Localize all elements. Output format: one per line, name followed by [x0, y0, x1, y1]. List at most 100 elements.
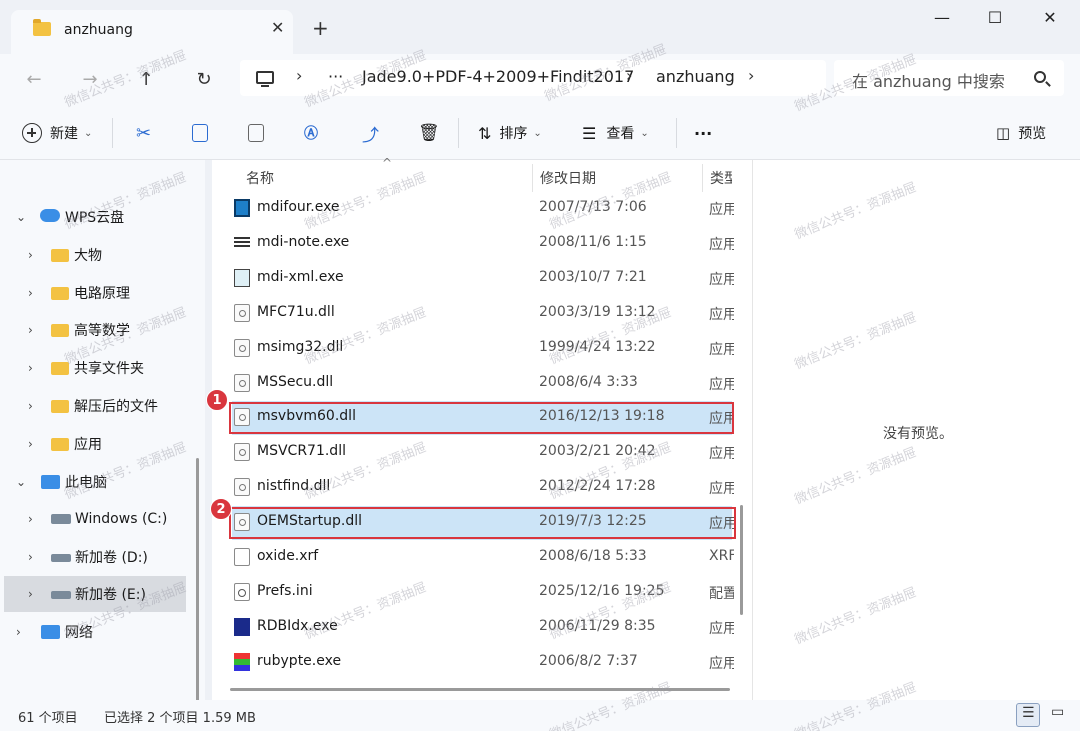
- sort-button[interactable]: ⇅ 排序 ⌄: [478, 120, 542, 146]
- maximize-button[interactable]: ☐: [972, 6, 1018, 32]
- folder-icon: [51, 400, 69, 413]
- refresh-button[interactable]: ↻: [190, 66, 218, 94]
- file-name: MSVCR71.dll: [257, 443, 346, 459]
- close-tab-icon[interactable]: ✕: [271, 18, 284, 37]
- file-row-mdifour[interactable]: mdifour.exe 2007/7/13 7:06 应用: [232, 192, 734, 226]
- preview-pane-button[interactable]: ◫ 预览: [996, 120, 1046, 146]
- back-button[interactable]: ←: [20, 66, 48, 94]
- sidebar-item-drive-c[interactable]: › Windows (C:): [0, 501, 188, 537]
- search-icon[interactable]: [1034, 71, 1046, 83]
- view-icon: ☰: [582, 123, 597, 143]
- file-row-oemstartup[interactable]: OEMStartup.dll 2019/7/3 12:25 应用: [232, 506, 734, 540]
- address-bar[interactable]: › ··· Jade9.0+PDF-4+2009+Findit2017 › an…: [240, 60, 826, 96]
- file-row-nistfind[interactable]: nistfind.dll 2012/2/24 17:28 应用: [232, 471, 734, 505]
- horizontal-scrollbar[interactable]: [230, 688, 730, 691]
- view-button[interactable]: ☰ 查看 ⌄: [582, 120, 649, 146]
- column-divider[interactable]: [702, 164, 703, 192]
- file-row-oxide[interactable]: oxide.xrf 2008/6/18 5:33 XRF: [232, 541, 734, 575]
- dll-file-icon: [234, 443, 250, 461]
- chevron-right-icon[interactable]: ›: [28, 437, 33, 451]
- sidebar-item-apps[interactable]: › 应用: [0, 426, 188, 462]
- file-name: OEMStartup.dll: [257, 513, 363, 529]
- cut-button[interactable]: ✂: [136, 120, 151, 146]
- chevron-right-icon[interactable]: ›: [28, 361, 33, 375]
- sidebar-item-circuit[interactable]: › 电路原理: [0, 275, 188, 311]
- sidebar-item-label: WPS云盘: [65, 210, 125, 226]
- chevron-down-icon[interactable]: ⌄: [16, 210, 26, 224]
- chevron-right-icon[interactable]: ›: [28, 587, 33, 601]
- exe-icon: [234, 199, 250, 217]
- file-row-mssecu[interactable]: MSSecu.dll 2008/6/4 3:33 应用: [232, 367, 734, 401]
- minimize-button[interactable]: —: [919, 6, 965, 32]
- close-window-button[interactable]: ✕: [1027, 6, 1073, 32]
- sidebar-item-label: 新加卷 (D:): [75, 550, 148, 566]
- column-header-type[interactable]: 类型: [710, 168, 732, 188]
- paste-button[interactable]: [248, 120, 264, 146]
- file-row-msvcr71[interactable]: MSVCR71.dll 2003/2/21 20:42 应用: [232, 436, 734, 470]
- tab-anzhuang[interactable]: anzhuang ✕: [11, 10, 293, 54]
- chevron-right-icon[interactable]: ›: [16, 625, 21, 639]
- file-row-rubypte[interactable]: rubypte.exe 2006/8/2 7:37 应用: [232, 646, 734, 680]
- chevron-right-icon[interactable]: ›: [28, 399, 33, 413]
- chevron-down-icon[interactable]: ⌄: [16, 475, 26, 489]
- chevron-right-icon[interactable]: ›: [28, 248, 33, 262]
- file-row-mdi-note[interactable]: mdi-note.exe 2008/11/6 1:15 应用: [232, 227, 734, 261]
- sidebar-item-shared[interactable]: › 共享文件夹: [0, 350, 188, 386]
- breadcrumb-ellipsis[interactable]: ···: [328, 67, 343, 86]
- new-tab-button[interactable]: +: [312, 16, 329, 40]
- details-view-button[interactable]: ☰: [1016, 703, 1040, 727]
- sidebar-item-network[interactable]: › 网络: [0, 614, 188, 650]
- chevron-right-icon[interactable]: ›: [28, 286, 33, 300]
- divider: [676, 118, 677, 148]
- file-row-rdbidx[interactable]: RDBIdx.exe 2006/11/29 8:35 应用: [232, 611, 734, 645]
- column-header-date[interactable]: 修改日期: [540, 168, 596, 188]
- column-header-name[interactable]: 名称: [246, 168, 274, 188]
- file-type: 应用: [709, 621, 734, 637]
- sidebar-item-math[interactable]: › 高等数学: [0, 312, 188, 348]
- nav-scrollbar[interactable]: [196, 458, 199, 730]
- file-row-mdi-xml[interactable]: mdi-xml.exe 2003/10/7 7:21 应用: [232, 262, 734, 296]
- file-row-prefs[interactable]: Prefs.ini 2025/12/16 19:25 配置: [232, 576, 734, 610]
- breadcrumb-jade[interactable]: Jade9.0+PDF-4+2009+Findit2017: [362, 67, 634, 86]
- sidebar-item-extracted[interactable]: › 解压后的文件: [0, 388, 188, 424]
- chevron-right-icon[interactable]: ›: [748, 66, 754, 85]
- search-box[interactable]: 在 anzhuang 中搜索: [834, 60, 1064, 96]
- chevron-right-icon[interactable]: ›: [28, 512, 33, 526]
- title-bar: anzhuang ✕ + — ☐ ✕: [0, 0, 1080, 54]
- list-view-icon: ☰: [1022, 705, 1035, 721]
- column-divider[interactable]: [532, 164, 533, 192]
- forward-button[interactable]: →: [76, 66, 104, 94]
- folder-icon: [33, 19, 51, 36]
- file-name: msvbvm60.dll: [257, 408, 356, 424]
- sidebar-item-drive-d[interactable]: › 新加卷 (D:): [0, 539, 188, 575]
- sidebar-item-drive-e[interactable]: › 新加卷 (E:): [4, 576, 186, 612]
- chevron-right-icon[interactable]: ›: [28, 323, 33, 337]
- drive-icon: [51, 591, 71, 599]
- sidebar-item-this-pc[interactable]: ⌄ 此电脑: [0, 464, 188, 500]
- file-list-scrollbar[interactable]: [740, 505, 743, 615]
- windows-drive-icon: [51, 514, 71, 524]
- chevron-right-icon: ›: [626, 66, 633, 85]
- share-icon: ⤴: [362, 125, 379, 146]
- breadcrumb-anzhuang[interactable]: anzhuang: [656, 67, 735, 86]
- up-button[interactable]: ↑: [132, 66, 160, 94]
- sidebar-item-dawu[interactable]: › 大物: [0, 237, 188, 273]
- file-row-mfc71u[interactable]: MFC71u.dll 2003/3/19 13:12 应用: [232, 297, 734, 331]
- file-row-msvbvm60[interactable]: msvbvm60.dll 2016/12/13 19:18 应用: [232, 401, 734, 435]
- file-date: 2025/12/16 19:25: [539, 583, 665, 599]
- cloud-icon: [40, 209, 60, 222]
- tiles-view-button[interactable]: ▭: [1046, 703, 1070, 727]
- delete-button[interactable]: 🗑: [418, 120, 440, 146]
- share-button[interactable]: ⤴: [362, 120, 379, 146]
- file-row-msimg32[interactable]: msimg32.dll 1999/4/24 13:22 应用: [232, 332, 734, 366]
- new-button[interactable]: 新建 ⌄: [22, 120, 92, 146]
- view-label: 查看: [606, 126, 635, 142]
- copy-button[interactable]: [192, 120, 208, 146]
- dll-file-icon: [234, 513, 250, 531]
- sidebar-item-wps-cloud[interactable]: ⌄ WPS云盘: [0, 199, 188, 235]
- more-options-button[interactable]: ···: [694, 120, 712, 146]
- chevron-right-icon[interactable]: ›: [28, 550, 33, 564]
- sort-label: 排序: [499, 126, 528, 142]
- file-date: 2003/2/21 20:42: [539, 443, 656, 459]
- rename-button[interactable]: Ⓐ: [304, 120, 318, 146]
